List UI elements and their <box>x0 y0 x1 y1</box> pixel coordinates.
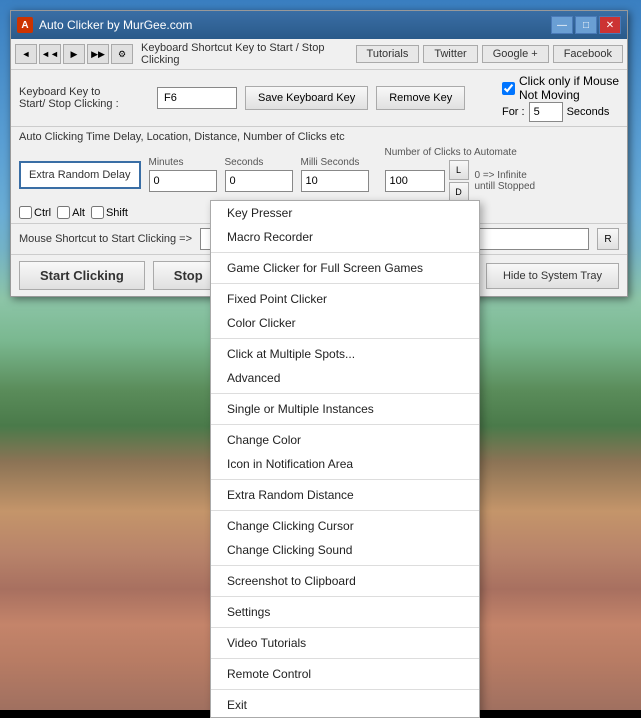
facebook-button[interactable]: Facebook <box>553 45 623 63</box>
toolbar-icon-5[interactable]: ⚙ <box>111 44 133 64</box>
ctrl-check: Ctrl <box>19 206 51 219</box>
twitter-button[interactable]: Twitter <box>423 45 477 63</box>
title-bar: A Auto Clicker by MurGee.com — □ ✕ <box>11 11 627 39</box>
toolbar-icon-3[interactable]: ▶ <box>63 44 85 64</box>
menu-item-15[interactable]: Video Tutorials <box>211 631 479 655</box>
for-row: For : Seconds <box>502 102 609 122</box>
ctrl-label: Ctrl <box>34 207 51 219</box>
toolbar-icon-2[interactable]: ◄◄ <box>39 44 61 64</box>
menu-separator-15 <box>211 658 479 659</box>
menu-item-9[interactable]: Icon in Notification Area <box>211 452 479 476</box>
mouse-shortcut-label: Mouse Shortcut to Start Clicking => <box>19 233 192 245</box>
menu-item-11[interactable]: Change Clicking Cursor <box>211 514 479 538</box>
clicks-input[interactable] <box>385 170 445 192</box>
clicks-col: Number of Clicks to Automate L D 0 => In… <box>385 147 555 202</box>
seconds-input[interactable] <box>225 170 293 192</box>
time-row: Extra Random Delay Minutes Seconds Milli… <box>19 147 619 202</box>
menu-item-16[interactable]: Remote Control <box>211 662 479 686</box>
app-icon: A <box>17 17 33 33</box>
menu-separator-7 <box>211 424 479 425</box>
side-buttons: L D <box>449 160 469 202</box>
menu-item-3[interactable]: Fixed Point Clicker <box>211 287 479 311</box>
minutes-label: Minutes <box>149 157 184 168</box>
ctrl-checkbox[interactable] <box>19 206 32 219</box>
menu-item-14[interactable]: Settings <box>211 600 479 624</box>
menu-item-4[interactable]: Color Clicker <box>211 311 479 335</box>
menu-item-7[interactable]: Single or Multiple Instances <box>211 397 479 421</box>
menu-item-5[interactable]: Click at Multiple Spots... <box>211 342 479 366</box>
menu-separator-14 <box>211 627 479 628</box>
mouse-not-moving-checkbox[interactable] <box>502 82 515 95</box>
shortcut-key-label: Keyboard Shortcut Key to Start / Stop Cl… <box>141 42 352 66</box>
mouse-not-moving-label: Click only if MouseNot Moving <box>519 74 619 102</box>
milli-col: Milli Seconds <box>301 157 369 192</box>
toolbar-icon-4[interactable]: ▶▶ <box>87 44 109 64</box>
shortcut-input[interactable] <box>157 87 237 109</box>
seconds-col: Seconds <box>225 157 293 192</box>
menu-item-8[interactable]: Change Color <box>211 428 479 452</box>
menu-separator-4 <box>211 338 479 339</box>
menu-item-6[interactable]: Advanced <box>211 366 479 390</box>
menu-item-17[interactable]: Exit <box>211 693 479 717</box>
shift-label: Shift <box>106 207 128 219</box>
milli-input[interactable] <box>301 170 369 192</box>
menu-separator-12 <box>211 565 479 566</box>
window-title: Auto Clicker by MurGee.com <box>39 18 192 32</box>
minutes-input[interactable] <box>149 170 217 192</box>
menu-item-1[interactable]: Macro Recorder <box>211 225 479 249</box>
minimize-button[interactable]: — <box>551 16 573 34</box>
menu-separator-13 <box>211 596 479 597</box>
toolbar-right: Tutorials Twitter Google + Facebook <box>356 45 623 63</box>
remove-key-button[interactable]: Remove Key <box>376 86 465 110</box>
l-button[interactable]: L <box>449 160 469 180</box>
clicks-label: Number of Clicks to Automate <box>385 147 555 158</box>
mouse-not-moving-check-row: Click only if MouseNot Moving <box>502 74 619 102</box>
r-button[interactable]: R <box>597 228 619 250</box>
alt-check: Alt <box>57 206 85 219</box>
dropdown-menu: Key PresserMacro Recorder Game Clicker fo… <box>210 200 480 718</box>
seconds-col-label: Seconds <box>225 157 264 168</box>
menu-item-2[interactable]: Game Clicker for Full Screen Games <box>211 256 479 280</box>
shift-check: Shift <box>91 206 128 219</box>
googleplus-button[interactable]: Google + <box>482 45 549 63</box>
menu-separator-2 <box>211 283 479 284</box>
menu-separator-16 <box>211 689 479 690</box>
save-keyboard-key-button[interactable]: Save Keyboard Key <box>245 86 368 110</box>
toolbar: ◄ ◄◄ ▶ ▶▶ ⚙ Keyboard Shortcut Key to Sta… <box>11 39 627 70</box>
menu-item-13[interactable]: Screenshot to Clipboard <box>211 569 479 593</box>
menu-item-12[interactable]: Change Clicking Sound <box>211 538 479 562</box>
extra-random-delay-button[interactable]: Extra Random Delay <box>19 161 141 189</box>
shortcut-key-label: Keyboard Key toStart/ Stop Clicking : <box>19 86 149 110</box>
milli-label: Milli Seconds <box>301 157 360 168</box>
menu-separator-9 <box>211 479 479 480</box>
toolbar-icon-1[interactable]: ◄ <box>15 44 37 64</box>
toolbar-icons: ◄ ◄◄ ▶ ▶▶ ⚙ <box>15 44 133 64</box>
seconds-label: Seconds <box>567 106 610 118</box>
hide-to-tray-button[interactable]: Hide to System Tray <box>486 263 619 289</box>
title-bar-left: A Auto Clicker by MurGee.com <box>17 17 192 33</box>
close-button[interactable]: ✕ <box>599 16 621 34</box>
menu-item-0[interactable]: Key Presser <box>211 201 479 225</box>
menu-separator-1 <box>211 252 479 253</box>
d-button[interactable]: D <box>449 182 469 202</box>
for-input[interactable] <box>529 102 563 122</box>
shift-checkbox[interactable] <box>91 206 104 219</box>
menu-separator-10 <box>211 510 479 511</box>
infinite-label: 0 => Infiniteuntill Stopped <box>475 170 555 192</box>
shortcut-row: Keyboard Key toStart/ Stop Clicking : Sa… <box>11 70 627 127</box>
start-clicking-button[interactable]: Start Clicking <box>19 261 145 290</box>
section-title: Auto Clicking Time Delay, Location, Dist… <box>19 131 619 143</box>
title-buttons: — □ ✕ <box>551 16 621 34</box>
clicks-input-row: L D 0 => Infiniteuntill Stopped <box>385 160 555 202</box>
for-label: For : <box>502 106 525 118</box>
tutorials-button[interactable]: Tutorials <box>356 45 420 63</box>
alt-checkbox[interactable] <box>57 206 70 219</box>
maximize-button[interactable]: □ <box>575 16 597 34</box>
minutes-col: Minutes <box>149 157 217 192</box>
alt-label: Alt <box>72 207 85 219</box>
menu-separator-6 <box>211 393 479 394</box>
menu-item-10[interactable]: Extra Random Distance <box>211 483 479 507</box>
